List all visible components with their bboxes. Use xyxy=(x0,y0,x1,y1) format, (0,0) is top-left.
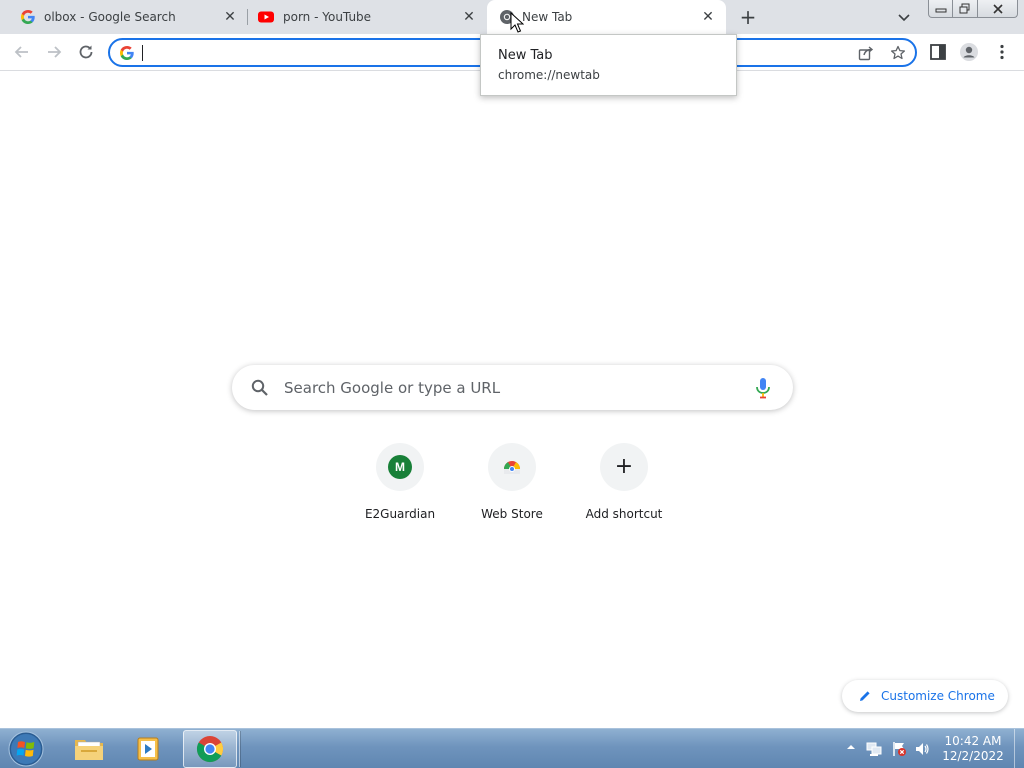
volume-icon[interactable] xyxy=(914,741,930,757)
forward-arrow-icon[interactable] xyxy=(44,42,64,62)
shortcut-letter-icon: M xyxy=(388,455,412,479)
taskbar-divider xyxy=(239,731,241,767)
mouse-cursor-icon xyxy=(510,12,524,33)
side-panel-icon[interactable] xyxy=(928,42,948,62)
search-placeholder: Search Google or type a URL xyxy=(284,379,501,397)
shortcut-add[interactable]: + Add shortcut xyxy=(568,441,680,531)
pencil-icon xyxy=(860,691,870,701)
tab-youtube[interactable]: porn - YouTube ✕ xyxy=(248,0,487,34)
chrome-icon xyxy=(196,736,224,763)
tab-close-icon[interactable]: ✕ xyxy=(700,9,716,25)
shortcut-label: Web Store xyxy=(481,507,543,521)
action-center-flag-icon[interactable] xyxy=(891,741,907,757)
show-desktop-button[interactable] xyxy=(1014,729,1024,768)
bookmark-star-icon[interactable] xyxy=(890,45,906,61)
restore-button[interactable] xyxy=(953,0,978,18)
share-icon[interactable] xyxy=(858,45,874,61)
search-icon xyxy=(251,379,268,396)
tab-google-search[interactable]: olbox - Google Search ✕ xyxy=(0,0,248,34)
shortcut-tile: + xyxy=(600,443,648,491)
shortcut-tile: M xyxy=(376,443,424,491)
taskbar-clock[interactable]: 10:42 AM 12/2/2022 xyxy=(940,734,1006,764)
text-caret xyxy=(142,45,143,61)
web-store-icon xyxy=(504,461,520,474)
taskbar-media-player[interactable] xyxy=(122,730,176,768)
windows-taskbar: 10:42 AM 12/2/2022 xyxy=(0,728,1024,768)
tab-close-icon[interactable]: ✕ xyxy=(222,9,238,25)
reload-icon[interactable] xyxy=(76,42,96,62)
tray-expand-icon[interactable] xyxy=(846,742,856,752)
shortcut-web-store[interactable]: Web Store xyxy=(456,441,568,531)
tab-title: porn - YouTube xyxy=(283,10,372,24)
hover-card-title: New Tab xyxy=(498,48,553,63)
close-window-button[interactable] xyxy=(978,0,1018,18)
youtube-icon xyxy=(258,11,274,23)
new-tab-button[interactable]: + xyxy=(738,5,758,29)
customize-label: Customize Chrome xyxy=(881,689,995,703)
taskbar-chrome[interactable] xyxy=(183,730,237,768)
tab-strip: olbox - Google Search ✕ porn - YouTube ✕… xyxy=(0,0,1024,34)
minimize-icon xyxy=(935,8,946,12)
windows-start-icon[interactable] xyxy=(6,730,46,768)
shortcut-tile xyxy=(488,443,536,491)
shortcut-label: Add shortcut xyxy=(585,507,663,521)
taskbar-explorer[interactable] xyxy=(62,730,116,768)
minimize-button[interactable] xyxy=(928,0,953,18)
tab-title: New Tab xyxy=(522,10,573,24)
tab-close-icon[interactable]: ✕ xyxy=(461,9,477,25)
customize-chrome-button[interactable]: Customize Chrome xyxy=(842,680,1008,712)
network-icon[interactable] xyxy=(866,741,882,757)
plus-icon: + xyxy=(614,454,634,479)
microphone-icon[interactable] xyxy=(754,376,772,400)
ntp-search-box[interactable]: Search Google or type a URL xyxy=(232,365,793,410)
clock-time: 10:42 AM xyxy=(944,734,1002,748)
tab-title: olbox - Google Search xyxy=(44,10,176,24)
close-icon xyxy=(992,3,1003,14)
google-icon xyxy=(21,10,35,24)
tab-search-chevron-icon[interactable] xyxy=(896,9,912,25)
folder-icon xyxy=(75,740,103,760)
google-icon xyxy=(120,46,134,60)
window-controls xyxy=(928,0,1018,18)
tab-hover-card: New Tab chrome://newtab xyxy=(480,34,737,96)
back-arrow-icon[interactable] xyxy=(12,42,32,62)
kebab-menu-icon[interactable] xyxy=(992,42,1012,62)
media-player-icon xyxy=(137,737,159,761)
shortcut-label: E2Guardian xyxy=(364,507,436,521)
hover-card-url: chrome://newtab xyxy=(498,68,600,82)
shortcut-e2guardian[interactable]: M E2Guardian xyxy=(344,441,456,531)
profile-avatar-icon[interactable] xyxy=(959,42,979,62)
restore-icon xyxy=(959,3,970,13)
clock-date: 12/2/2022 xyxy=(942,749,1004,763)
